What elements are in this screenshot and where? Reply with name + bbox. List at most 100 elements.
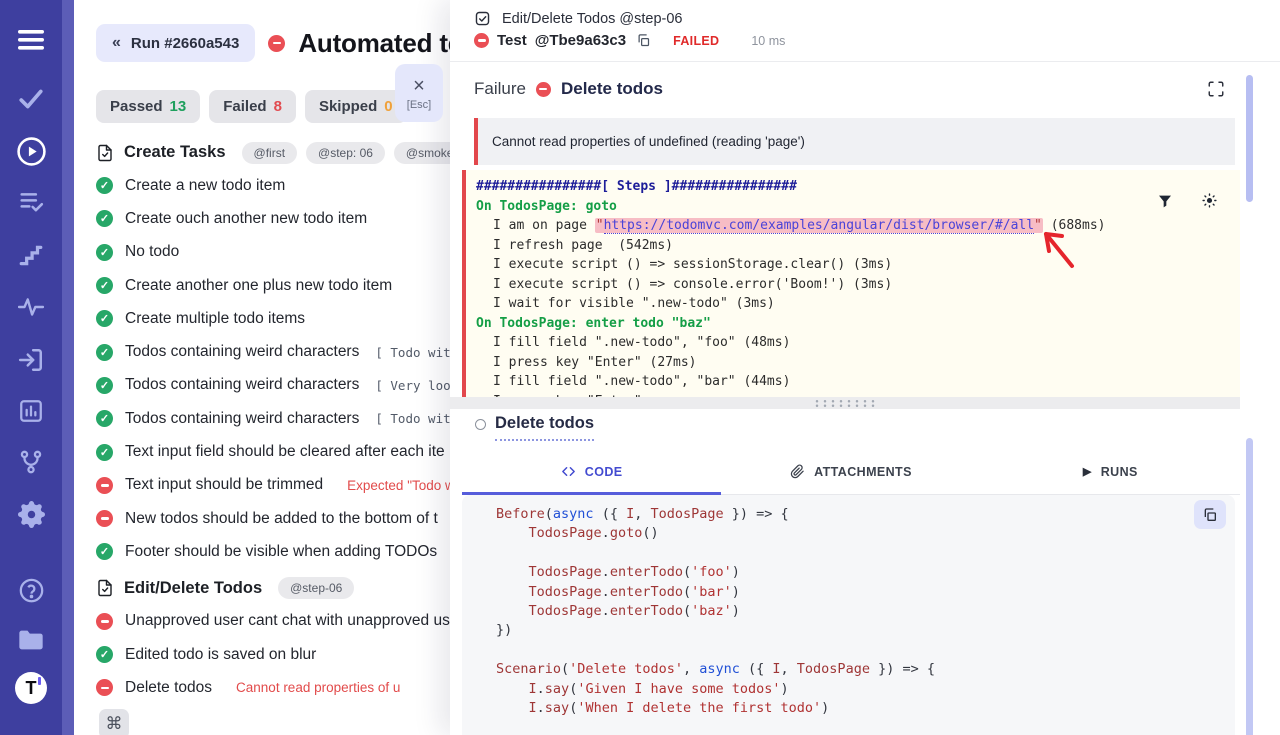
projects-folder-icon[interactable] (0, 628, 62, 652)
test-row[interactable]: Footer should be visible when adding TOD… (96, 535, 450, 568)
step-line: I fill field ".new-todo", "bar" (44ms) (476, 372, 1240, 392)
test-status-icon (96, 377, 113, 394)
copy-test-id-button[interactable] (636, 33, 651, 48)
close-overlay-button[interactable]: × [Esc] (395, 64, 443, 122)
suite-tests: Create a new todo item Create ouch anoth… (96, 169, 450, 569)
code-line (496, 544, 1235, 563)
suite-group: Create Tasks @first@step: 06@smoke@sto C… (96, 136, 450, 569)
theme-brightness-icon[interactable] (1201, 192, 1218, 209)
test-row[interactable]: Text input should be trimmed Expected "T… (96, 469, 450, 502)
step-line: I execute script () => sessionStorage.cl… (476, 255, 1240, 275)
test-status-icon (96, 244, 113, 261)
breadcrumb[interactable]: Edit/Delete Todos @step-06 (474, 10, 683, 27)
code-block: Before(async ({ I, TodosPage }) => { Tod… (462, 495, 1235, 735)
test-status-icon (96, 344, 113, 361)
test-row[interactable]: Todos containing weird characters [ Todo… (96, 402, 450, 435)
run-id-label: Run #2660a543 (131, 35, 239, 52)
test-title: Create ouch another new todo item (125, 210, 367, 228)
scenario-circle-icon (475, 419, 486, 430)
tag-chip: @step: 06 (306, 142, 385, 164)
test-row[interactable]: Edited todo is saved on blur (96, 638, 450, 671)
test-row[interactable]: Todos containing weird characters [ Todo… (96, 335, 450, 368)
tab-label: ATTACHMENTS (814, 465, 912, 479)
activity-icon[interactable] (0, 297, 62, 317)
step-line: On TodosPage: goto (476, 197, 1240, 217)
run-title: Automated te (298, 28, 450, 59)
highlighted-url[interactable]: "https://todomvc.com/examples/angular/di… (595, 218, 1043, 233)
test-status-icon (96, 444, 113, 461)
scenario-title[interactable]: Delete todos (495, 414, 594, 441)
git-branch-icon[interactable] (0, 449, 62, 475)
test-status-icon (96, 613, 113, 630)
test-row[interactable]: Delete todos Cannot read properties of u (96, 671, 450, 704)
test-status-icon (96, 543, 113, 560)
copy-code-button[interactable] (1194, 500, 1226, 529)
test-status-icon (96, 646, 113, 663)
step-line: ################[ Steps ]###############… (476, 177, 1240, 197)
menu-icon[interactable] (0, 29, 62, 51)
test-note: [ Very loo (375, 378, 450, 393)
test-row[interactable]: Text input field should be cleared after… (96, 435, 450, 468)
report-chart-icon[interactable] (0, 398, 62, 424)
app-logo[interactable]: T (0, 672, 62, 704)
sign-in-icon[interactable] (0, 347, 62, 373)
test-row[interactable]: No todo (96, 236, 450, 269)
test-status-icon (96, 210, 113, 227)
code-line: Scenario('Delete todos', async ({ I, Tod… (496, 660, 1235, 679)
step-line: I press key "Enter" (27ms) (476, 353, 1240, 373)
tab-code[interactable]: CODE (462, 452, 721, 495)
tab-runs[interactable]: ▶RUNS (981, 452, 1240, 495)
test-list-icon[interactable] (0, 190, 62, 214)
code-line: I.say('Given I have some todos') (496, 680, 1235, 699)
steps-icon[interactable] (0, 243, 62, 267)
filter-skipped[interactable]: Skipped 0 (305, 90, 407, 123)
scrollbar-thumb-bottom[interactable] (1246, 438, 1253, 735)
runs-play-icon[interactable] (0, 136, 62, 167)
test-row[interactable]: Unapproved user cant chat with unapprove… (96, 605, 450, 638)
suite-title: Create Tasks (124, 143, 226, 162)
tag-chip: @first (242, 142, 298, 164)
test-row[interactable]: Create another one plus new todo item (96, 269, 450, 302)
test-row[interactable]: Todos containing weird characters [ Very… (96, 369, 450, 402)
test-status-icon (96, 277, 113, 294)
command-key-hint: ⌘ (99, 709, 129, 735)
back-to-run-button[interactable]: « Run #2660a543 (96, 24, 255, 62)
fullscreen-button[interactable] (1207, 80, 1225, 98)
tab-label: CODE (585, 465, 623, 479)
tag-chip: @smoke (394, 142, 450, 164)
test-title: Text input field should be cleared after… (125, 443, 445, 461)
run-header: « Run #2660a543 Automated te (96, 24, 450, 62)
test-row[interactable]: Create a new todo item (96, 169, 450, 202)
check-icon[interactable] (0, 88, 62, 110)
suite-header[interactable]: Create Tasks @first@step: 06@smoke@sto (96, 136, 450, 169)
test-note: [ Todo wit (375, 345, 450, 360)
filter-steps-icon[interactable] (1157, 193, 1173, 209)
scrollbar-thumb-top[interactable] (1246, 75, 1253, 202)
settings-gear-icon[interactable] (0, 501, 62, 528)
resize-handle[interactable] (450, 397, 1240, 409)
test-id: @Tbe9a63c3 (535, 32, 626, 49)
code-icon (561, 464, 576, 479)
help-icon[interactable] (0, 577, 62, 604)
tab-attachments[interactable]: ATTACHMENTS (721, 452, 980, 495)
error-message: Cannot read properties of undefined (rea… (492, 134, 805, 149)
test-failed-icon (474, 33, 489, 48)
filter-passed[interactable]: Passed 13 (96, 90, 200, 123)
code-line (496, 641, 1235, 660)
back-chevrons-icon: « (112, 34, 121, 52)
attachment-icon (790, 464, 805, 479)
test-row[interactable]: Create ouch another new todo item (96, 202, 450, 235)
status-badge: FAILED (673, 34, 719, 48)
close-icon: × (413, 76, 425, 96)
filter-failed[interactable]: Failed 8 (209, 90, 296, 123)
breadcrumb-label: Edit/Delete Todos @step-06 (502, 11, 683, 27)
test-row[interactable]: New todos should be added to the bottom … (96, 502, 450, 535)
suite-header[interactable]: Edit/Delete Todos @step-06 (96, 572, 450, 605)
test-title: Todos containing weird characters (125, 376, 359, 394)
test-status-icon (96, 477, 113, 494)
suite-file-icon (96, 579, 114, 597)
code-line: Before(async ({ I, TodosPage }) => { (496, 505, 1235, 524)
failure-failed-icon (536, 82, 551, 97)
test-title: Create a new todo item (125, 177, 285, 195)
test-row[interactable]: Create multiple todo items (96, 302, 450, 335)
